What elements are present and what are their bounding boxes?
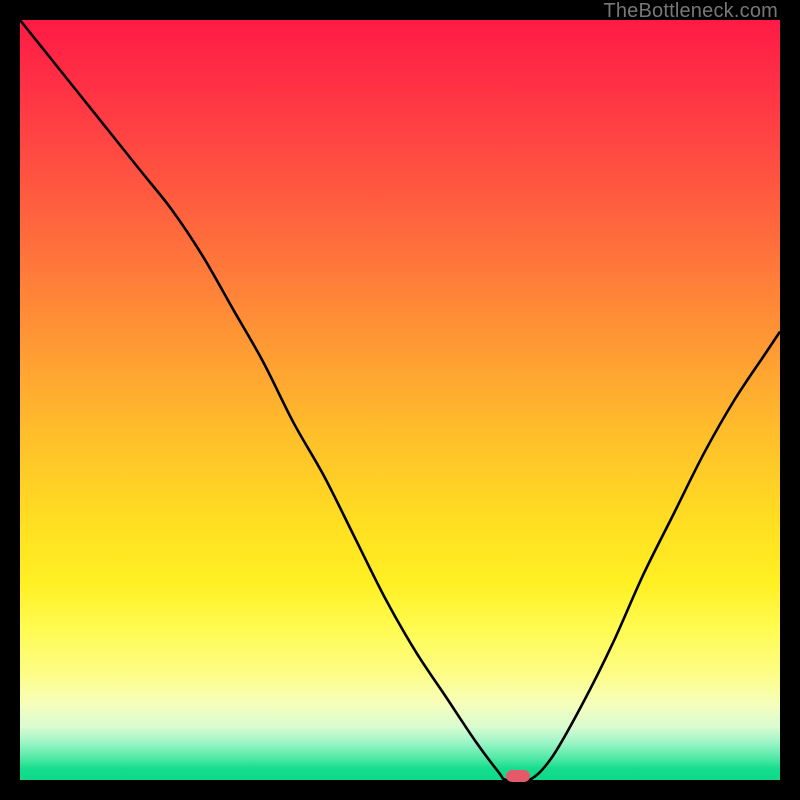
bottleneck-curve bbox=[20, 20, 780, 780]
curve-path bbox=[20, 20, 780, 782]
chart-frame: TheBottleneck.com bbox=[0, 0, 800, 800]
plot-area bbox=[20, 20, 780, 780]
optimal-point-marker bbox=[506, 770, 530, 782]
